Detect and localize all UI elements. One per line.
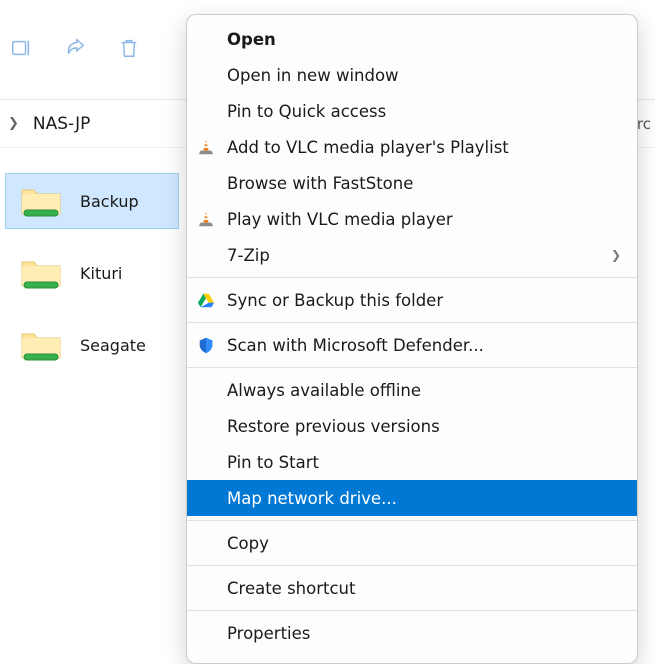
menu-item-open[interactable]: Open [187,21,637,57]
menu-item-map-network-drive[interactable]: Map network drive... [187,480,637,516]
menu-item-scan-with-microsoft-defender[interactable]: Scan with Microsoft Defender... [187,327,637,363]
menu-item-label: Play with VLC media player [227,210,453,229]
share-icon [64,37,86,63]
menu-item-always-available-offline[interactable]: Always available offline [187,372,637,408]
menu-separator [187,277,637,278]
menu-item-label: 7-Zip [227,246,270,265]
menu-item-label: Open in new window [227,66,399,85]
menu-item-label: Create shortcut [227,579,355,598]
rename-icon [10,37,32,63]
menu-item-properties[interactable]: Properties [187,615,637,651]
network-folder-icon [20,184,62,218]
rename-button[interactable] [8,37,34,63]
menu-item-7-zip[interactable]: 7-Zip ❯ [187,237,637,273]
context-menu: Open Open in new window Pin to Quick acces… [186,14,638,664]
menu-item-label: Open [227,30,276,49]
menu-item-label: Scan with Microsoft Defender... [227,336,484,355]
menu-item-restore-previous-versions[interactable]: Restore previous versions [187,408,637,444]
menu-item-label: Properties [227,624,310,643]
menu-item-copy[interactable]: Copy [187,525,637,561]
google-drive-icon [196,290,216,310]
menu-item-label: Pin to Quick access [227,102,386,121]
defender-shield-icon [196,335,216,355]
folder-label: Seagate [80,336,146,355]
menu-item-sync-or-backup-this-folder[interactable]: Sync or Backup this folder [187,282,637,318]
menu-separator [187,610,637,611]
menu-item-add-to-vlc-media-player-s-playlist[interactable]: Add to VLC media player's Playlist [187,129,637,165]
breadcrumb-right-fragment: rc [637,115,655,133]
menu-item-open-in-new-window[interactable]: Open in new window [187,57,637,93]
menu-separator [187,520,637,521]
folder-label: Backup [80,192,139,211]
breadcrumb-location: NAS-JP [33,114,90,134]
menu-separator [187,565,637,566]
menu-item-label: Restore previous versions [227,417,440,436]
vlc-icon [196,209,216,229]
folder-item-backup[interactable]: Backup [6,174,178,228]
network-folder-icon [20,256,62,290]
folder-label: Kituri [80,264,122,283]
chevron-right-icon: ❯ [611,248,621,262]
menu-item-label: Map network drive... [227,489,397,508]
vlc-icon [196,137,216,157]
menu-item-pin-to-start[interactable]: Pin to Start [187,444,637,480]
menu-item-create-shortcut[interactable]: Create shortcut [187,570,637,606]
menu-item-browse-with-faststone[interactable]: Browse with FastStone [187,165,637,201]
delete-button[interactable] [116,37,142,63]
menu-item-pin-to-quick-access[interactable]: Pin to Quick access [187,93,637,129]
folder-item-kituri[interactable]: Kituri [6,246,178,300]
menu-item-label: Sync or Backup this folder [227,291,443,310]
menu-item-label: Copy [227,534,269,553]
delete-icon [118,37,140,63]
menu-item-label: Pin to Start [227,453,319,472]
menu-item-label: Always available offline [227,381,421,400]
menu-item-play-with-vlc-media-player[interactable]: Play with VLC media player [187,201,637,237]
menu-item-label: Browse with FastStone [227,174,413,193]
menu-separator [187,367,637,368]
share-button[interactable] [62,37,88,63]
menu-item-label: Add to VLC media player's Playlist [227,138,509,157]
chevron-right-icon: ❯ [8,116,19,131]
menu-separator [187,322,637,323]
folder-item-seagate[interactable]: Seagate [6,318,178,372]
network-folder-icon [20,328,62,362]
